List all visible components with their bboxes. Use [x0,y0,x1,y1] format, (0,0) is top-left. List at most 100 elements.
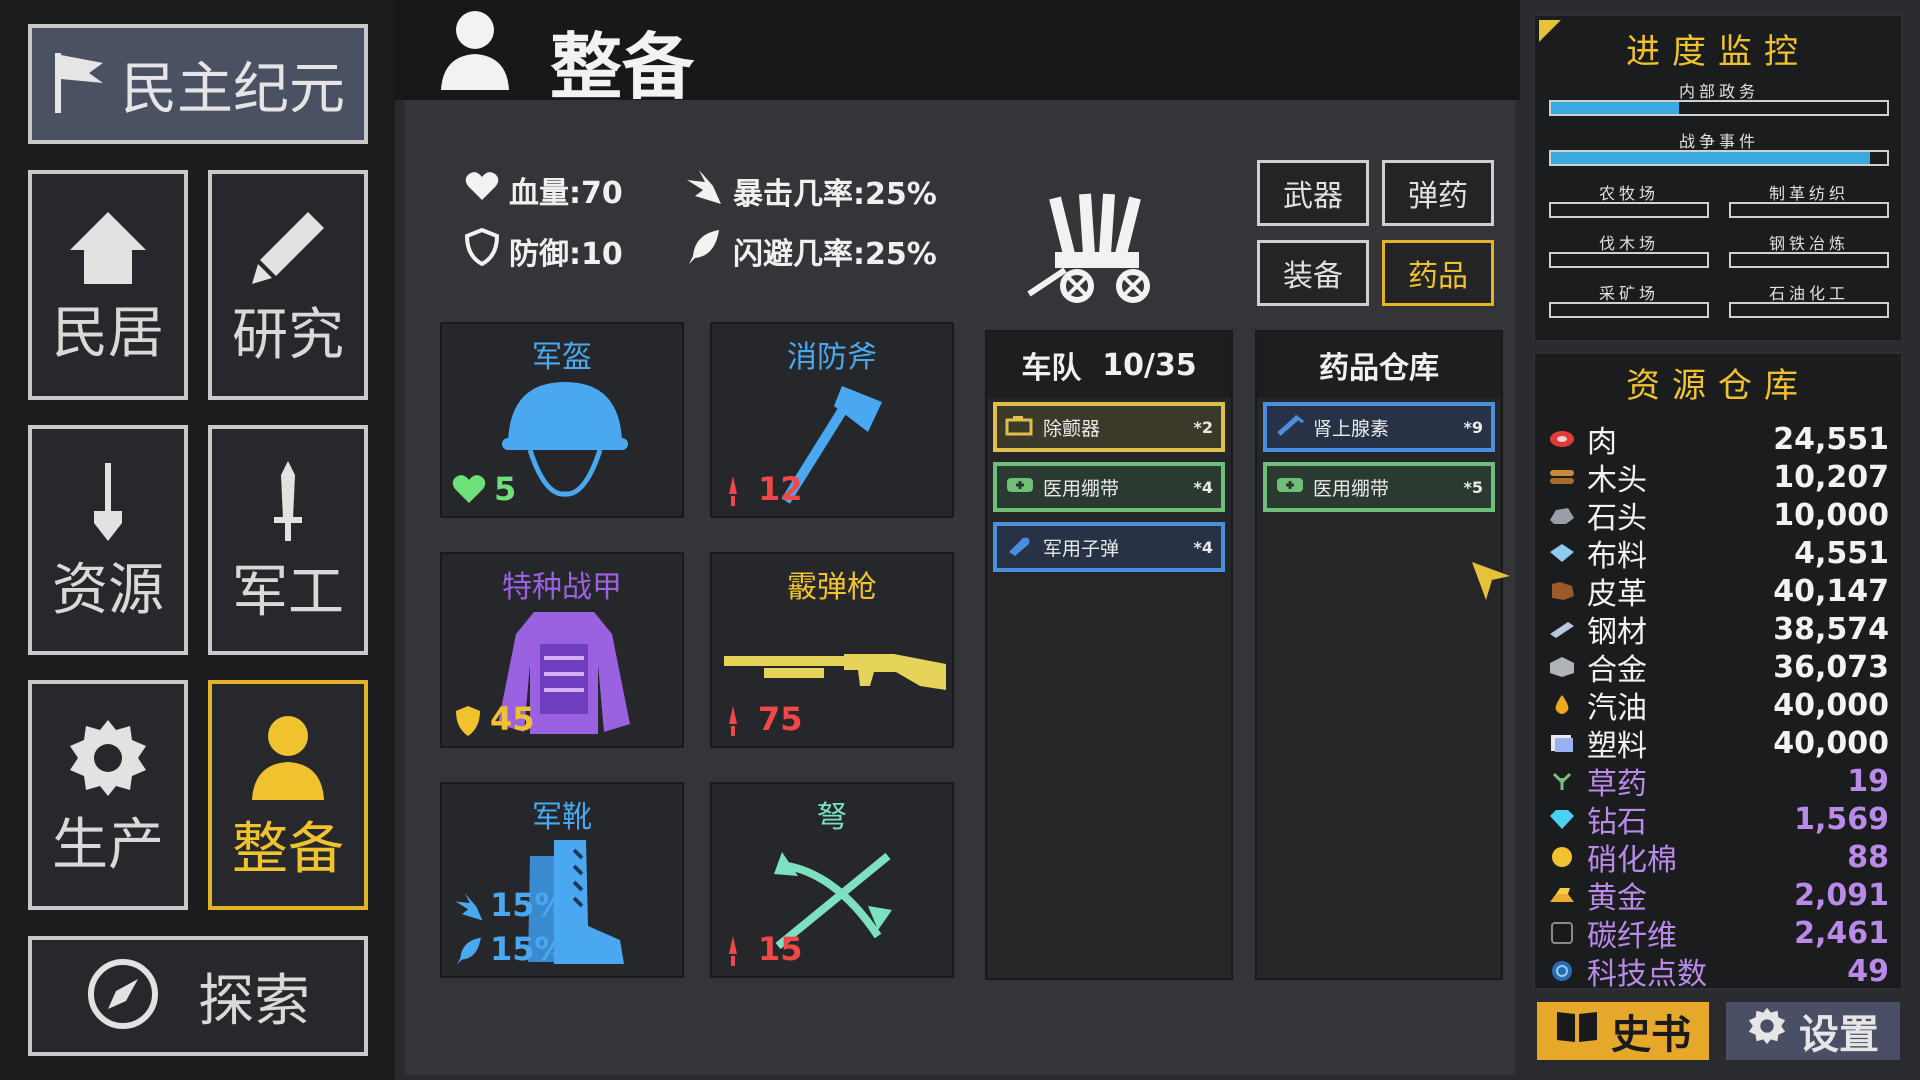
team-item-name: 军用子弹 [1043,537,1120,560]
resource-row: 皮革 40,147 [1547,572,1889,612]
wood-icon [1547,462,1577,492]
slot-boots[interactable]: 军靴 15% 15% [440,782,684,978]
progress-bar-internal-affairs [1549,100,1889,116]
team-item-name: 医用绷带 [1043,477,1120,500]
team-item[interactable]: 除颤器 *2 [993,402,1225,452]
cloth-icon [1547,538,1577,568]
carbon-fiber-icon [1547,918,1577,948]
slot-boots-value2: 15% [490,930,567,968]
tech-points-icon [1547,956,1577,986]
resource-row: 塑料 40,000 [1547,724,1889,764]
tab-weapons[interactable]: 武器 [1257,160,1369,226]
crit-icon [685,168,723,214]
slot-shotgun[interactable]: 霰弹枪 75 [710,552,954,748]
dagger-icon [726,704,740,742]
resource-name: 科技点数 [1587,957,1707,992]
progress-bar-lumber [1549,252,1709,268]
team-item-count: *4 [1193,477,1214,497]
progress-bar-war-events [1549,150,1889,166]
slot-axe-value: 12 [758,470,803,508]
stat-crit: 暴击几率:25% [685,168,937,214]
tab-medicine[interactable]: 药品 [1382,240,1494,306]
warehouse-item[interactable]: 医用绷带 *5 [1263,462,1495,512]
slot-crossbow-name: 弩 [817,800,847,835]
nav-production-button[interactable]: 生产 [28,680,188,910]
bar-label: 石油化工 [1768,284,1849,303]
bar-label: 制革纺织 [1768,184,1849,203]
meat-icon [1547,424,1577,454]
resource-value: 1,569 [1794,801,1889,837]
resource-value: 2,461 [1794,915,1889,951]
plastic-icon [1547,728,1577,758]
gear-icon [1747,1006,1787,1056]
resource-value: 24,551 [1773,421,1889,457]
gasoline-icon [1547,690,1577,720]
page-title: 整备 [550,25,695,109]
shield-icon [464,227,500,274]
bar-label: 采矿场 [1598,284,1659,303]
team-header: 车队 10/35 [987,332,1231,398]
bar-label: 内部政务 [1678,82,1759,101]
resource-row: 肉 24,551 [1547,420,1889,460]
slot-armor[interactable]: 特种战甲 45 [440,552,684,748]
page-header: 整备 [395,0,1520,109]
bar-label: 战争事件 [1678,132,1759,151]
resource-row: 黄金 2,091 [1547,876,1889,916]
team-column: 车队 10/35 除颤器 *2 医用绷带 *4 军用子弹 *4 [985,330,1233,980]
tab-equipment[interactable]: 装备 [1257,240,1369,306]
progress-fill [1551,152,1871,164]
stat-defense-text: 防御:10 [509,237,623,272]
tab-ammo[interactable]: 弹药 [1382,160,1494,226]
resource-value: 38,574 [1773,611,1889,647]
nav-equip-button[interactable]: 整备 [208,680,368,910]
explore-button[interactable]: 探索 [28,936,368,1056]
progress-bar-tannery [1729,202,1889,218]
slot-crossbow[interactable]: 弩 15 [710,782,954,978]
herb-icon [1547,766,1577,796]
shovel-icon [86,461,130,549]
slot-shotgun-name: 霰弹枪 [787,570,877,605]
nav-housing-button[interactable]: 民居 [28,170,188,400]
book-icon [1555,1008,1599,1054]
nav-research-button[interactable]: 研究 [208,170,368,400]
nav-resources-button[interactable]: 资源 [28,425,188,655]
team-title: 车队 [1021,351,1082,386]
resource-row: 合金 36,073 [1547,648,1889,688]
resource-row: 碳纤维 2,461 [1547,914,1889,954]
shield-icon [454,704,482,742]
team-item[interactable]: 医用绷带 *4 [993,462,1225,512]
resource-value: 40,147 [1773,573,1889,609]
stat-hp: 血量:70 [465,168,623,212]
progress-bar-mine [1549,302,1709,318]
resource-value: 40,000 [1773,725,1889,761]
team-item-name: 除颤器 [1043,417,1101,440]
nav-research-label: 研究 [232,303,344,368]
slot-boots-name: 军靴 [532,800,592,835]
pencil-icon [246,206,330,294]
slot-helmet[interactable]: 军盔 5 [440,322,684,518]
bar-label: 钢铁冶炼 [1768,234,1849,253]
syringe-icon [1275,414,1305,441]
heart-icon [465,171,499,209]
nav-military-button[interactable]: 军工 [208,425,368,655]
stat-crit-text: 暴击几率:25% [733,177,937,212]
resource-row: 布料 4,551 [1547,534,1889,574]
stat-defense: 防御:10 [464,227,623,274]
team-item[interactable]: 军用子弹 *4 [993,522,1225,572]
progress-bar-farm [1549,202,1709,218]
resource-value: 10,207 [1773,459,1889,495]
resource-value: 88 [1847,839,1889,875]
resource-row: 科技点数 49 [1547,952,1889,992]
slot-armor-value: 45 [490,700,535,738]
stat-dodge-text: 闪避几率:25% [733,237,937,272]
feather-icon [454,936,484,970]
settings-button[interactable]: 设置 [1726,1002,1900,1060]
history-button[interactable]: 史书 [1537,1002,1709,1060]
resource-value: 40,000 [1773,687,1889,723]
warehouse-item[interactable]: 肾上腺素 *9 [1263,402,1495,452]
era-button[interactable]: 民主纪元 [28,24,368,144]
monitor-title: 进度监控 [1626,32,1810,72]
steel-icon [1547,614,1577,644]
slot-axe[interactable]: 消防斧 12 [710,322,954,518]
resource-storage: 资源仓库 肉 24,551 木头 10,207 石头 10,000 布料 4,551 皮革 40,… [1533,352,1903,992]
